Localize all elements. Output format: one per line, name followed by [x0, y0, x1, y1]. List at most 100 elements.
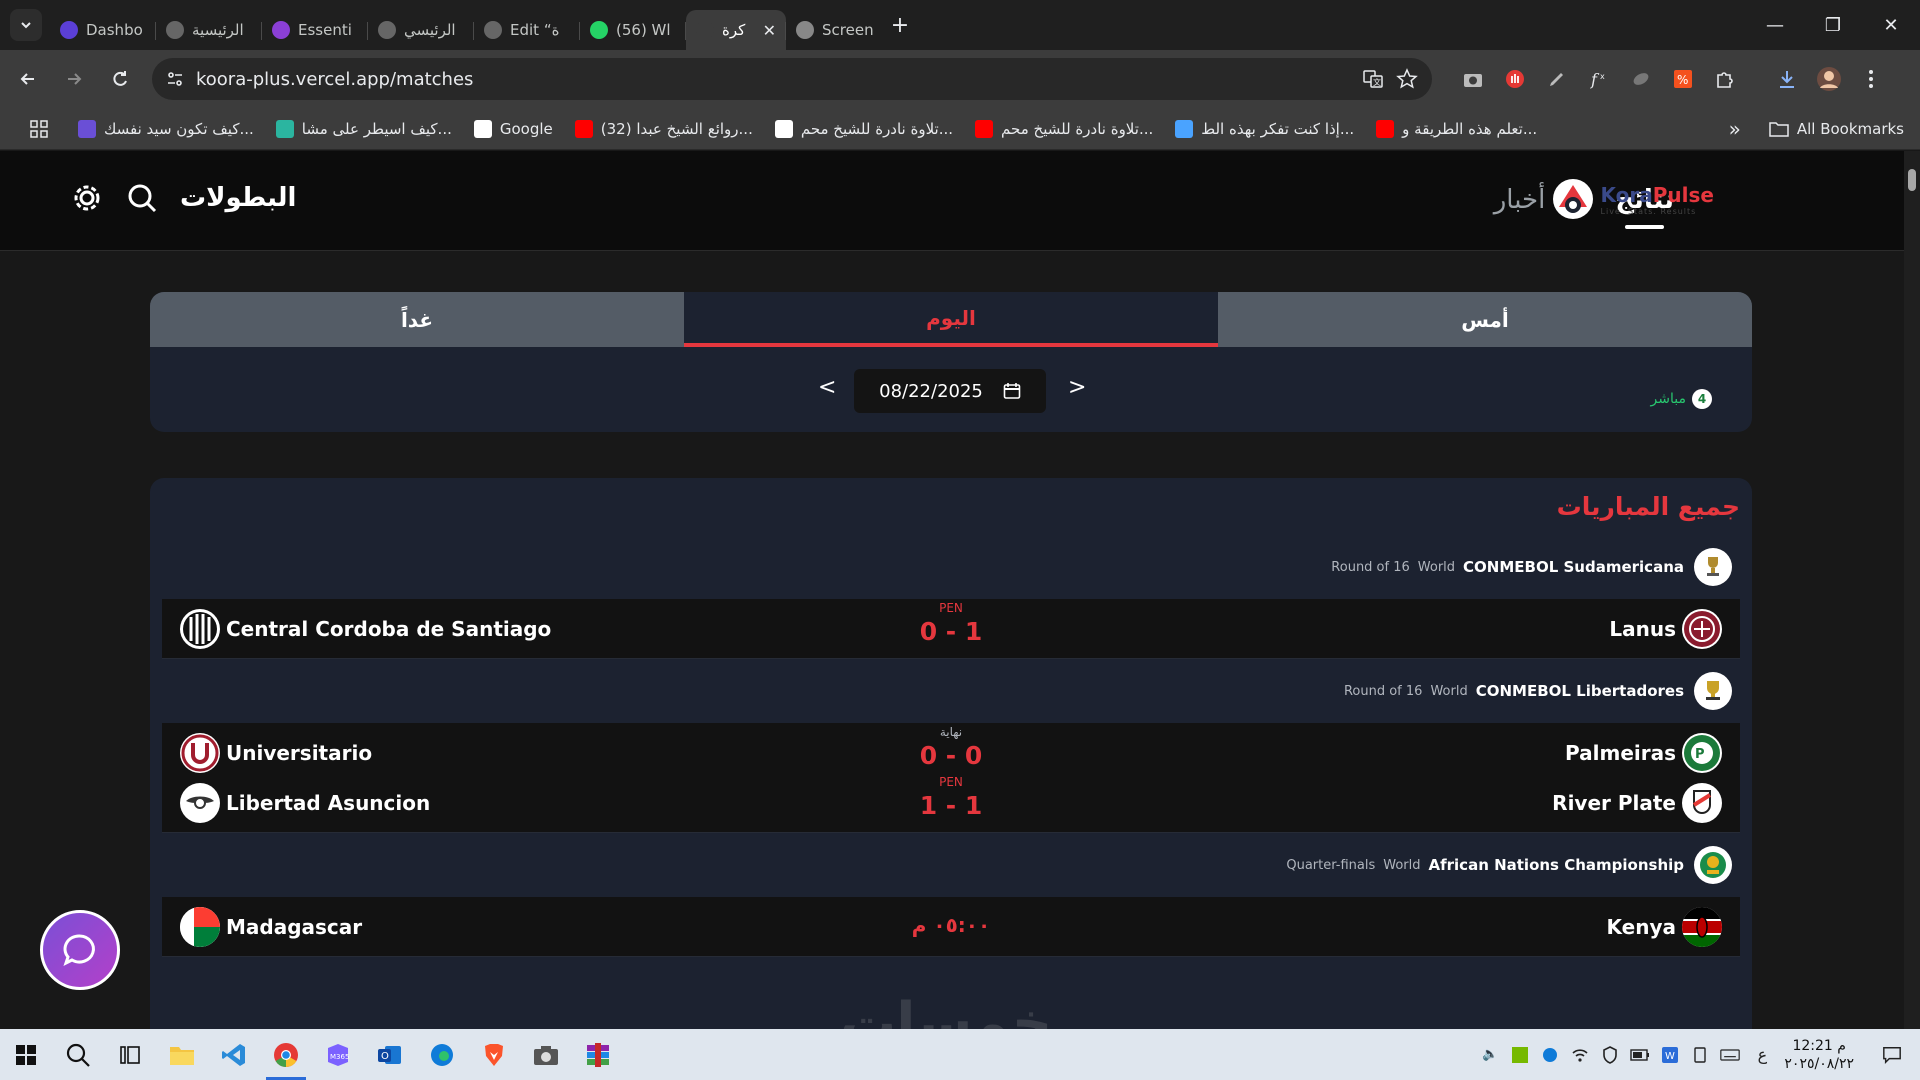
pen-extension-icon[interactable] [1542, 64, 1572, 94]
date-picker-input[interactable]: 08/22/2025 [854, 369, 1046, 413]
device-icon[interactable] [1690, 1045, 1710, 1065]
url-text[interactable]: koora-plus.vercel.app/matches [196, 69, 1350, 90]
tab-title: Dashbo [86, 21, 143, 39]
file-explorer-button[interactable] [156, 1029, 208, 1080]
live-filter[interactable]: مباشر 4 [1651, 389, 1712, 409]
tab-yesterday[interactable]: أمس [1218, 292, 1752, 347]
away-team-name: Central Cordoba de Santiago [226, 617, 552, 641]
volume-icon[interactable]: 🔈 [1480, 1045, 1500, 1065]
formula-extension-icon[interactable]: fx [1584, 64, 1614, 94]
nav-news[interactable]: أخبار [1494, 185, 1546, 215]
settings-button[interactable] [70, 181, 104, 215]
caf-logo-icon [1694, 846, 1732, 884]
close-window-button[interactable]: ✕ [1862, 0, 1920, 50]
chat-button[interactable] [40, 910, 120, 990]
nvidia-icon[interactable] [1510, 1045, 1530, 1065]
puzzle-extensions-icon[interactable] [1710, 64, 1740, 94]
battery-icon[interactable] [1630, 1045, 1650, 1065]
page-viewport: البطولات أخبار نتائج KoraPulse Live. Sta… [0, 151, 1904, 1029]
dashboard-icon [60, 21, 78, 39]
search-button[interactable] [126, 182, 158, 214]
bookmark-item[interactable]: تعلم هذه الطريقة و... [1376, 119, 1537, 138]
browser-tab[interactable]: الرئيسي [368, 10, 474, 50]
task-view-button[interactable] [104, 1029, 156, 1080]
hand-extension-icon[interactable] [1500, 64, 1530, 94]
task-view-icon [120, 1045, 140, 1064]
address-bar[interactable]: koora-plus.vercel.app/matches 文 [152, 58, 1432, 100]
scrollbar-thumb[interactable] [1908, 169, 1916, 191]
maximize-button[interactable]: ❐ [1804, 0, 1862, 50]
page-scrollbar[interactable] [1904, 151, 1920, 1029]
league-header[interactable]: Quarter-finals World African Nations Cha… [1286, 846, 1732, 884]
forward-button[interactable] [56, 61, 92, 97]
tab-tomorrow[interactable]: غداً [150, 292, 684, 347]
away-team-name: Libertad Asuncion [226, 791, 431, 815]
notifications-icon[interactable] [1882, 1045, 1902, 1065]
site-logo[interactable]: KoraPulse Live. Stats. Results [1551, 177, 1714, 221]
bookmark-item[interactable]: (32) روائع الشيخ عبدا... [574, 119, 753, 138]
more-bookmarks-chevron-icon[interactable]: » [1729, 117, 1741, 141]
outlook-button[interactable]: O [364, 1029, 416, 1080]
edge-button[interactable] [416, 1029, 468, 1080]
m365-button[interactable]: M365 [312, 1029, 364, 1080]
taskbar-search-button[interactable] [52, 1029, 104, 1080]
screenshot-extension-icon[interactable] [1458, 64, 1488, 94]
back-button[interactable] [10, 61, 46, 97]
match-row[interactable]: Libertad Asuncion PEN 1 - 1 River Plate [162, 773, 1740, 833]
tab-title: الرئيسية [192, 21, 244, 39]
minimize-button[interactable]: — [1746, 0, 1804, 50]
chrome-button[interactable] [260, 1029, 312, 1080]
match-row[interactable]: Madagascar ٠٥:٠٠ م Kenya [162, 897, 1740, 957]
new-tab-button[interactable]: + [884, 9, 916, 41]
bookmark-label: كيف اسيطر على مشا... [301, 119, 452, 138]
prev-date-button[interactable]: < [818, 375, 836, 400]
eraser-extension-icon[interactable] [1626, 64, 1656, 94]
start-button[interactable] [0, 1029, 52, 1080]
input-language[interactable]: ع [1750, 1045, 1774, 1065]
league-header[interactable]: Round of 16 World CONMEBOL Libertadores [1344, 672, 1732, 710]
bookmark-label: تلاوة نادرة للشيخ محم... [800, 119, 954, 138]
bookmark-item[interactable]: كيف اسيطر على مشا... [275, 119, 452, 138]
browser-tab[interactable]: Edit “ة [474, 10, 580, 50]
clock[interactable]: 12:21 م ٢٠٢٥/٠٨/٢٢ [1784, 1037, 1854, 1073]
vscode-button[interactable] [208, 1029, 260, 1080]
word-tray-icon[interactable]: W [1660, 1045, 1680, 1065]
wifi-icon[interactable] [1570, 1045, 1590, 1065]
browser-tab[interactable]: الرئيسية [156, 10, 262, 50]
browser-tab[interactable]: (56) Wl [580, 10, 686, 50]
bookmark-item[interactable]: تلاوة نادرة للشيخ محم... [774, 119, 954, 138]
bookmark-star-icon[interactable] [1396, 68, 1418, 90]
bookmark-item[interactable]: كيف تكون سيد نفسك... [78, 119, 254, 138]
download-icon[interactable] [1772, 64, 1802, 94]
profile-avatar[interactable] [1814, 64, 1844, 94]
site-info-icon[interactable] [166, 70, 184, 88]
league-header[interactable]: Round of 16 World CONMEBOL Sudamericana [1331, 548, 1732, 586]
winrar-button[interactable] [572, 1029, 624, 1080]
percent-extension-icon[interactable]: % [1668, 64, 1698, 94]
all-bookmarks-button[interactable]: All Bookmarks [1769, 120, 1904, 138]
bookmark-favicon-icon [975, 119, 994, 138]
browser-tab[interactable]: Dashbo [50, 10, 156, 50]
leagues-link[interactable]: البطولات [180, 183, 296, 213]
close-tab-icon[interactable]: ✕ [763, 21, 776, 40]
keyboard-icon[interactable] [1720, 1045, 1741, 1065]
shield-icon[interactable] [1600, 1045, 1620, 1065]
translate-icon[interactable]: 文 [1362, 68, 1384, 90]
bookmark-item[interactable]: Google [473, 119, 553, 138]
bookmark-item[interactable]: تلاوة نادرة للشيخ محم... [975, 119, 1153, 138]
browser-tab[interactable]: كرة ✕ [686, 10, 786, 50]
match-row[interactable]: Central Cordoba de Santiago PEN 0 - 1 La… [162, 599, 1740, 659]
bookmark-item[interactable]: إذا كنت تفكر بهذه الط... [1175, 119, 1354, 138]
next-date-button[interactable]: > [1068, 375, 1086, 400]
tab-search-button[interactable] [10, 9, 42, 41]
apps-grid-button[interactable] [0, 119, 78, 139]
menu-kebab-icon[interactable] [1856, 64, 1886, 94]
browser-tab[interactable]: Screen [786, 10, 880, 50]
calendar-icon[interactable] [1003, 382, 1021, 400]
camera-app-button[interactable] [520, 1029, 572, 1080]
reload-button[interactable] [102, 61, 138, 97]
brave-button[interactable] [468, 1029, 520, 1080]
tab-today[interactable]: اليوم [684, 292, 1218, 347]
edge-tray-icon[interactable] [1540, 1045, 1560, 1065]
browser-tab[interactable]: Essenti [262, 10, 368, 50]
